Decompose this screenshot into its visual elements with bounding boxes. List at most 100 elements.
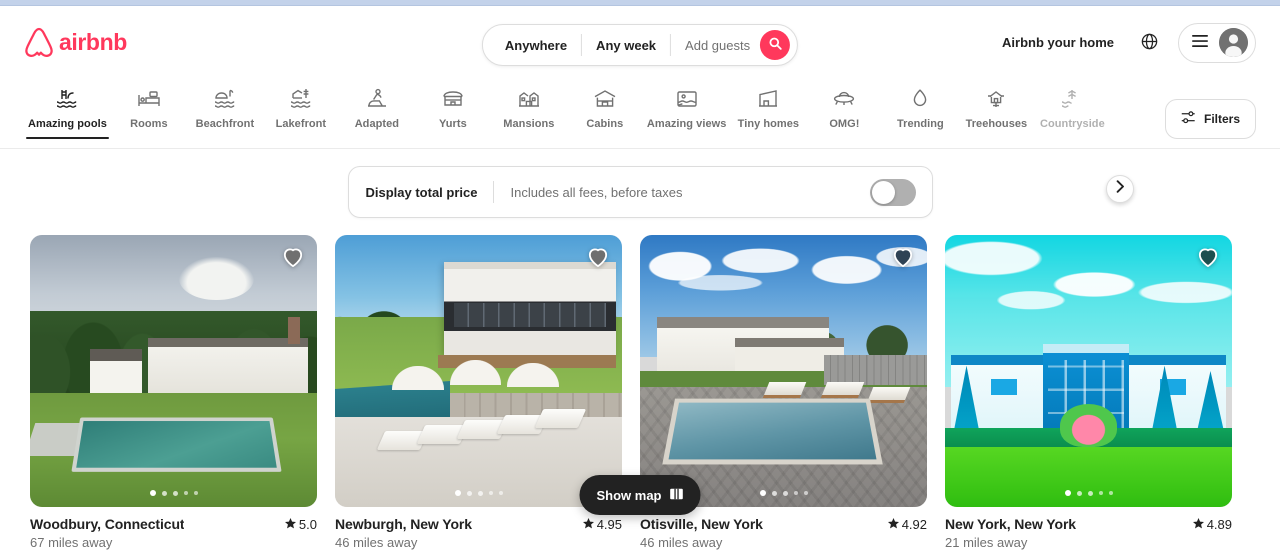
yurt-icon [441,87,465,111]
airbnb-wordmark: airbnb [59,29,127,55]
category-tiny-homes[interactable]: Tiny homes [730,87,806,138]
countryside-icon [1060,87,1084,111]
display-total-price-toggle[interactable] [869,178,916,206]
search-submit-button[interactable] [760,30,791,60]
carousel-dot[interactable] [1076,490,1082,496]
listing-distance: 21 miles away [945,535,1028,550]
image-carousel-dots[interactable] [30,490,317,496]
category-rooms[interactable]: Rooms [111,87,187,138]
language-globe-button[interactable] [1130,24,1168,62]
listing-rating-value: 4.89 [1206,517,1232,532]
carousel-dot[interactable] [782,490,788,496]
listing-card[interactable]: Newburgh, New York 4.95 46 miles away Au… [335,235,622,552]
carousel-dot[interactable] [161,490,167,496]
category-label: Amazing pools [28,118,107,130]
image-carousel-dots[interactable] [945,490,1232,496]
search-icon [769,37,782,53]
category-amazing-pools[interactable]: Amazing pools [24,87,111,139]
listing-rating-value: 4.92 [901,517,927,532]
listing-rating-value: 5.0 [298,517,317,532]
category-treehouses[interactable]: Treehouses [958,87,1034,138]
listing-distance: 67 miles away [30,535,113,550]
heart-icon[interactable] [1197,247,1219,268]
listing-title: Woodbury, Connecticut [30,516,185,532]
flame-icon [908,87,932,111]
filters-label: Filters [1203,112,1240,126]
airbnb-logo[interactable]: airbnb [24,27,127,59]
heart-icon[interactable] [892,247,914,268]
accessible-icon [365,87,389,111]
carousel-dot[interactable] [1098,491,1103,495]
listing-title-row: Otisville, New York 4.92 [640,516,927,532]
carousel-dot[interactable] [771,490,777,496]
listing-image[interactable] [30,235,317,507]
category-trending[interactable]: Trending [882,87,958,138]
listing-title-row: Woodbury, Connecticut 5.0 [30,516,317,532]
carousel-dot[interactable] [1064,490,1071,496]
user-account-menu[interactable] [1178,22,1256,63]
category-label: Countryside [1040,118,1105,130]
category-label: Tiny homes [737,118,800,130]
heart-icon[interactable] [282,247,304,268]
price-banner-subtitle: Includes all fees, before taxes [510,184,683,200]
header-right-nav: Airbnb your home [990,22,1256,63]
carousel-dot[interactable] [1108,491,1113,495]
search-location-segment[interactable]: Anywhere [491,38,581,53]
price-banner-wrapper: Display total price Includes all fees, b… [0,149,1280,218]
listing-details: New York, New York 4.89 21 miles away Ju… [945,507,1232,552]
category-label: Lakefront [275,118,327,130]
carousel-dot[interactable] [172,490,178,496]
category-amazing-views[interactable]: Amazing views [643,87,731,138]
heart-icon[interactable] [587,247,609,268]
category-omg[interactable]: OMG! [806,87,882,138]
category-lakefront[interactable]: Lakefront [263,87,339,138]
listing-image[interactable] [640,235,927,507]
category-label: Beachfront [195,118,255,130]
bed-icon [137,87,161,111]
carousel-dot[interactable] [803,491,808,495]
hamburger-icon [1192,34,1208,52]
listing-card[interactable]: New York, New York 4.89 21 miles away Ju… [945,235,1232,552]
search-bar[interactable]: Anywhere Any week Add guests [481,24,799,66]
category-label: Adapted [354,118,400,130]
carousel-dot[interactable] [498,491,503,495]
star-icon [887,517,899,532]
category-yurts[interactable]: Yurts [415,87,491,138]
category-label: Cabins [586,118,624,130]
category-next-button[interactable] [1106,175,1134,203]
carousel-dot[interactable] [149,490,156,496]
listing-photo-scene [30,235,317,507]
search-guests-segment[interactable]: Add guests [671,38,760,53]
category-cabins[interactable]: Cabins [567,87,643,138]
carousel-dot[interactable] [793,491,798,495]
beach-umbrella-icon [213,87,237,111]
carousel-dot[interactable] [488,491,493,495]
show-map-button[interactable]: Show map [579,475,701,515]
listing-card[interactable]: Woodbury, Connecticut 5.0 67 miles away … [30,235,317,552]
category-label: Trending [896,118,944,130]
listing-rating: 5.0 [277,517,317,532]
carousel-dot[interactable] [477,490,483,496]
category-beachfront[interactable]: Beachfront [187,87,263,138]
category-countryside[interactable]: Countryside [1034,87,1110,138]
carousel-dot[interactable] [183,491,188,495]
filters-button[interactable]: Filters [1164,99,1256,139]
listing-image[interactable] [335,235,622,507]
carousel-dot[interactable] [1087,490,1093,496]
carousel-dot[interactable] [466,490,472,496]
cabin-icon [593,87,617,111]
listing-title: New York, New York [945,516,1076,532]
carousel-dot[interactable] [759,490,766,496]
category-adapted[interactable]: Adapted [339,87,415,138]
carousel-dot[interactable] [454,490,461,496]
listing-image[interactable] [945,235,1232,507]
category-mansions[interactable]: Mansions [491,87,567,138]
listing-rating: 4.92 [880,517,927,532]
listing-photo-scene [945,235,1232,507]
airbnb-your-home-link[interactable]: Airbnb your home [990,25,1126,60]
category-scroller[interactable]: Amazing pools Rooms Beachfront Lakefront… [24,79,1165,148]
category-nav-bar: Amazing pools Rooms Beachfront Lakefront… [0,79,1280,203]
search-dates-segment[interactable]: Any week [582,38,670,53]
carousel-dot[interactable] [193,491,198,495]
listing-title: Otisville, New York [640,516,763,532]
